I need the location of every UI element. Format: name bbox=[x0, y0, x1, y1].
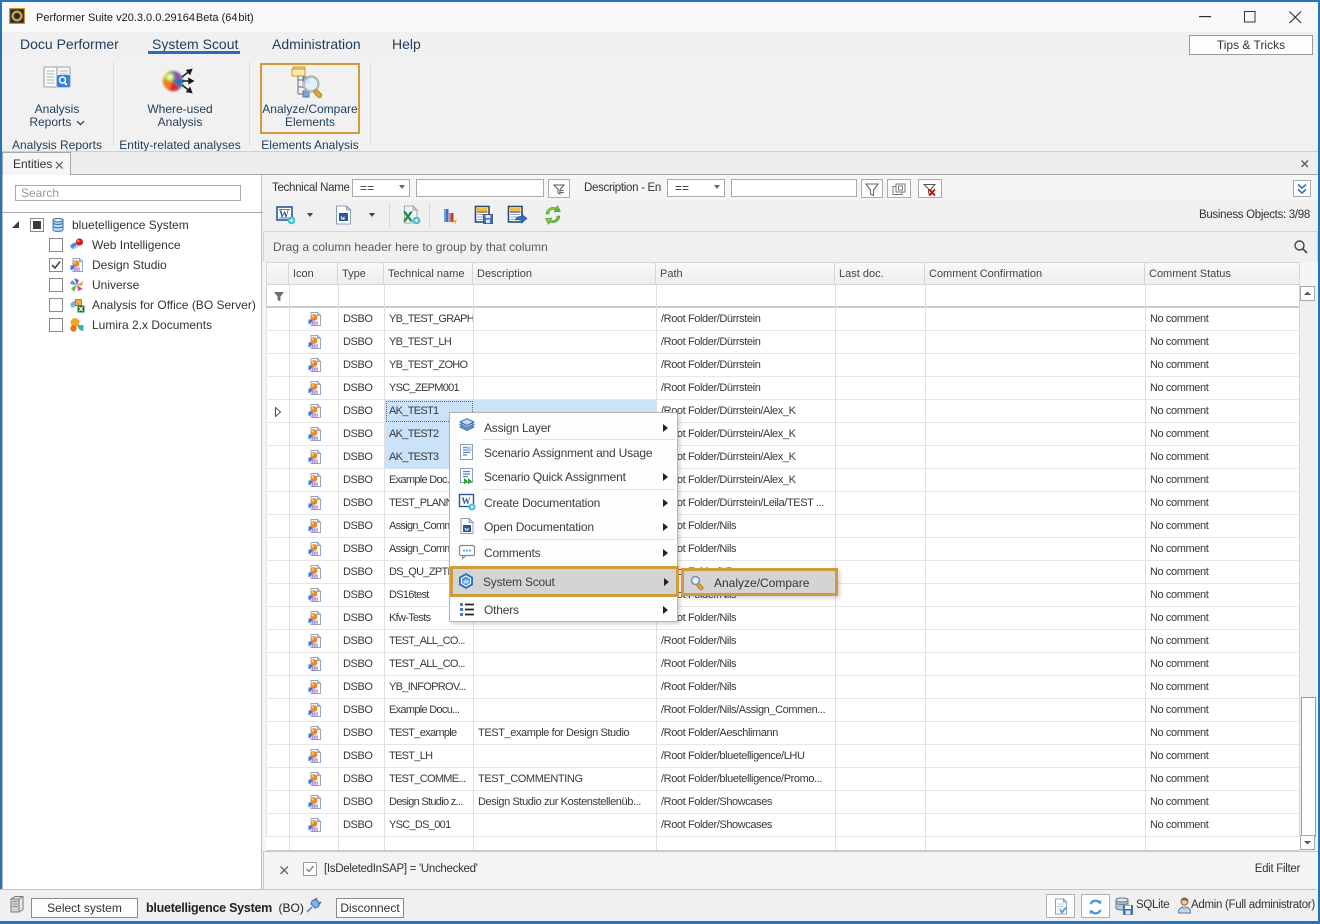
svg-text:W: W bbox=[462, 496, 471, 506]
svg-text:w: w bbox=[465, 526, 470, 533]
svg-text:W: W bbox=[279, 210, 289, 221]
svg-text:100: 100 bbox=[75, 268, 81, 272]
